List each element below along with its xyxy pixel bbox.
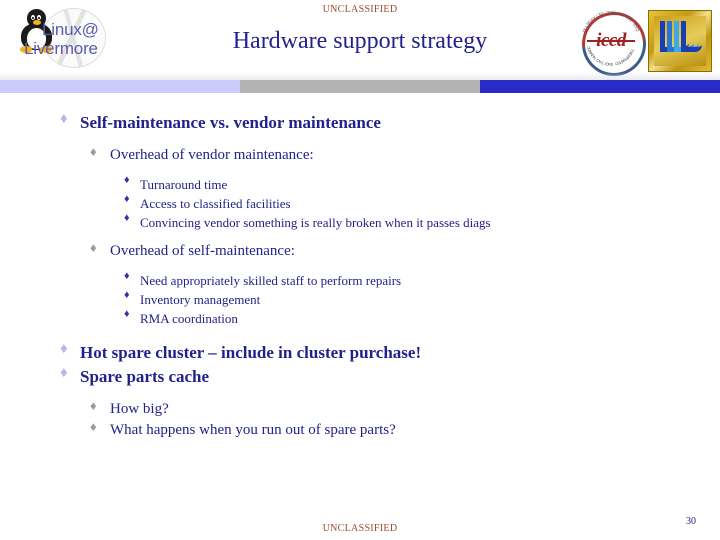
bullet-diamond-icon: ♦ [90, 144, 97, 159]
bullet-text: Overhead of self-maintenance: [110, 243, 295, 259]
bullet-item-level-3: ♦ RMA coordination [124, 309, 720, 328]
bullet-text: Overhead of vendor maintenance: [110, 147, 314, 163]
bullet-diamond-icon: ♦ [124, 270, 130, 282]
bullet-item-level-2: ♦ What happens when you run out of spare … [90, 420, 720, 440]
linux-livermore-logo: Linux@ Livermore [12, 6, 120, 68]
bullet-diamond-icon: ♦ [60, 111, 68, 127]
bullet-item-level-3: ♦ Access to classified facilities [124, 194, 720, 213]
bullet-diamond-icon: ♦ [60, 365, 68, 381]
bullet-diamond-icon: ♦ [60, 341, 68, 357]
slide-header: UNCLASSIFIED Hardware support strategy L… [0, 0, 720, 89]
bullet-diamond-icon: ♦ [124, 193, 130, 205]
page-number: 30 [686, 516, 696, 527]
bullet-item-level-2: ♦ How big? [90, 399, 720, 419]
divider-segment-blue [480, 80, 720, 93]
bullet-text: Turnaround time [140, 177, 228, 192]
bullet-text: Access to classified facilities [140, 196, 291, 211]
slide-body-content: ♦ Self-maintenance vs. vendor maintenance… [0, 112, 720, 441]
header-divider-bar [0, 80, 720, 93]
bullet-text: Hot spare cluster – include in cluster p… [80, 343, 422, 362]
bullet-text: RMA coordination [140, 311, 238, 326]
linux-logo-text: Linux@ Livermore [24, 20, 99, 58]
bullet-diamond-icon: ♦ [90, 240, 97, 255]
bullet-item-level-2: ♦ Overhead of vendor maintenance: [90, 145, 720, 165]
iccd-logo: INTEGRATED COMPUTING ANDCOMMUNICATIONS D… [569, 0, 659, 89]
llnl-logo-inner [654, 16, 706, 66]
bullet-item-level-2: ♦ Overhead of self-maintenance: [90, 241, 720, 261]
linux-logo-line2: Livermore [24, 39, 98, 58]
llnl-logo [648, 10, 712, 72]
divider-segment-gray [240, 80, 480, 93]
bullet-text: Self-maintenance vs. vendor maintenance [80, 113, 381, 132]
classification-banner-bottom: UNCLASSIFIED [322, 523, 398, 534]
page-title: Hardware support strategy [232, 28, 488, 54]
bullet-item-level-3: ♦ Convincing vendor something is really b… [124, 213, 720, 232]
linux-logo-line1: Linux@ [42, 20, 99, 39]
bullet-text: How big? [110, 401, 169, 417]
bullet-diamond-icon: ♦ [124, 174, 130, 186]
bullet-diamond-icon: ♦ [124, 308, 130, 320]
llnl-l-shape-icon [681, 21, 702, 52]
bullet-text: Convincing vendor something is really br… [140, 215, 491, 230]
presentation-slide: UNCLASSIFIED Hardware support strategy L… [0, 0, 720, 540]
bullet-diamond-icon: ♦ [90, 398, 97, 413]
bullet-item-level-1: ♦ Self-maintenance vs. vendor maintenance [60, 112, 720, 134]
bullet-text: Inventory management [140, 292, 261, 307]
bullet-item-level-1: ♦ Hot spare cluster – include in cluster … [60, 342, 720, 364]
bullet-text: What happens when you run out of spare p… [110, 422, 396, 438]
bullet-item-level-3: ♦ Inventory management [124, 290, 720, 309]
divider-segment-lavender [0, 80, 240, 93]
bullet-item-level-1: ♦ Spare parts cache [60, 366, 720, 388]
bullet-diamond-icon: ♦ [124, 212, 130, 224]
bullet-diamond-icon: ♦ [90, 419, 97, 434]
bullet-text: Spare parts cache [80, 367, 210, 386]
bullet-text: Need appropriately skilled staff to perf… [140, 273, 402, 288]
bullet-item-level-3: ♦ Turnaround time [124, 175, 720, 194]
iccd-wordmark: iccd [596, 30, 626, 51]
bullet-diamond-icon: ♦ [124, 289, 130, 301]
bullet-item-level-3: ♦ Need appropriately skilled staff to per… [124, 271, 720, 290]
